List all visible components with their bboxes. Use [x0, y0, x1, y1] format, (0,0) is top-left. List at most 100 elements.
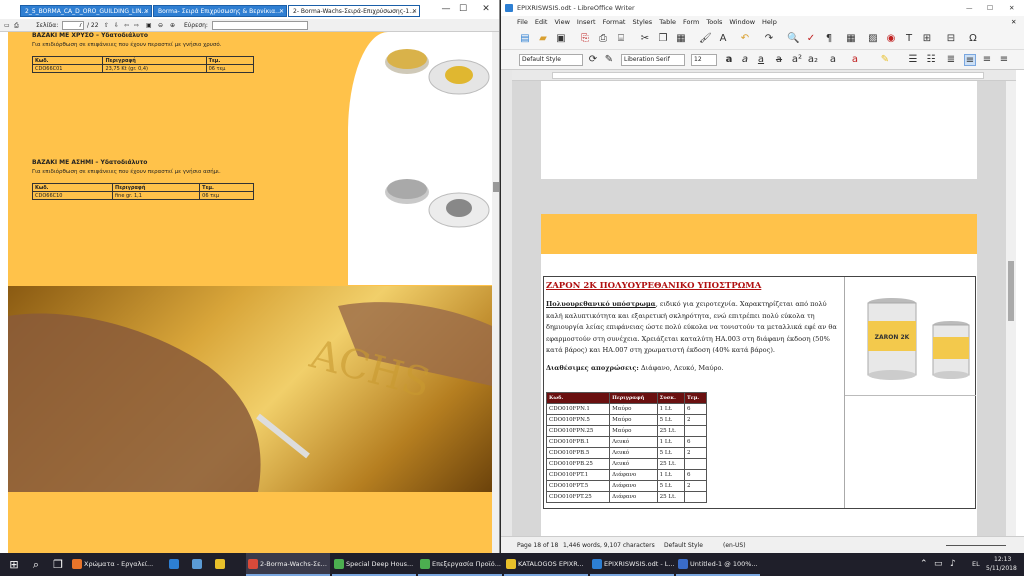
minimize-icon[interactable]: — [966, 0, 973, 16]
cut-icon[interactable]: ✂ [639, 33, 651, 45]
redo-icon[interactable]: ↷ [763, 33, 775, 45]
table-cell[interactable]: CDO010FPB.5 [545, 447, 611, 459]
pdf-scrollbar[interactable] [492, 32, 499, 553]
menu-insert[interactable]: Insert [577, 18, 596, 26]
taskbar-item-chrome-2[interactable]: Επεξεργασία Προϊό... [418, 553, 502, 576]
table-cell[interactable]: 2 [684, 447, 707, 459]
horizontal-ruler[interactable] [512, 70, 1016, 81]
taskbar-item-photoshop[interactable]: Untitled-1 @ 100%... [676, 553, 760, 576]
task-view-icon[interactable]: ❐ [48, 553, 68, 576]
fit-page-icon[interactable]: ▣ [146, 19, 152, 32]
subscript-icon[interactable]: a₂ [807, 54, 819, 66]
numbering-icon[interactable]: ☷ [925, 54, 937, 66]
table-cell[interactable]: 6 [684, 436, 707, 448]
highlight-icon[interactable]: ✎ [879, 54, 891, 66]
table-cell[interactable]: CDO010FPB.25 [545, 458, 611, 470]
table-cell[interactable]: CDO010FPT.25 [545, 491, 611, 503]
table-cell[interactable]: Διάφανο [609, 480, 658, 492]
table-row[interactable]: CDO010FPT.25 Διάφανο 25 Lt. [545, 491, 707, 503]
page-number-input[interactable] [62, 21, 84, 30]
table-cell[interactable]: Λευκό [609, 436, 658, 448]
new-style-icon[interactable]: ✎ [603, 54, 615, 66]
table-row[interactable]: CDO010FPN.5 Μαύρο 5 Lt. 2 [545, 414, 707, 426]
menu-help[interactable]: Help [762, 18, 777, 26]
close-icon[interactable]: ✕ [279, 6, 284, 16]
clock-time[interactable]: 12:13 [994, 556, 1011, 563]
export-pdf-icon[interactable]: ⎘ [579, 33, 591, 45]
table-cell[interactable]: 5 Lt. [656, 480, 686, 492]
tab-borma-wachs[interactable]: 2- Borma-Wachs-Σειρά-Επιχρύσωσης-1... ✕ [288, 5, 420, 17]
table-cell[interactable]: CDO010FPB.1 [545, 436, 611, 448]
bullets-icon[interactable]: ☰ [907, 54, 919, 66]
menu-window[interactable]: Window [729, 18, 755, 26]
table-row[interactable]: CDO010FPT.5 Διάφανο 5 Lt. 2 [545, 480, 707, 492]
insert-table-icon[interactable]: ▦ [845, 33, 857, 45]
search-input[interactable] [212, 21, 308, 30]
italic-icon[interactable]: a [739, 54, 751, 66]
copy-icon[interactable]: ❐ [657, 33, 669, 45]
table-cell[interactable]: CDO010FPT.5 [545, 480, 611, 492]
scrollbar-thumb[interactable] [493, 182, 499, 192]
shadow-icon[interactable]: a [827, 54, 839, 66]
volume-icon[interactable]: ♪ [950, 553, 956, 576]
zoom-slider[interactable] [946, 545, 1006, 546]
spellcheck-icon[interactable]: ✓ [805, 33, 817, 45]
find-replace-icon[interactable]: 🔍 [787, 33, 799, 45]
page-style[interactable]: Default Style [664, 537, 703, 554]
table-row[interactable]: CDO010FPB.1 Λευκό 1 Lt. 6 [545, 436, 707, 448]
table-cell[interactable]: CDO010FPN.25 [545, 425, 611, 437]
close-window-icon[interactable]: ✕ [1009, 0, 1014, 16]
table-row[interactable]: CDO010FPT.1 Διάφανο 1 Lt. 6 [545, 469, 707, 481]
close-window-icon[interactable]: ✕ [478, 2, 494, 16]
align-left-icon[interactable]: ≡ [964, 54, 976, 66]
table-cell[interactable]: 2 [684, 480, 707, 492]
table-cell[interactable] [684, 458, 707, 470]
strikethrough-icon[interactable]: a [773, 54, 785, 66]
page-count[interactable]: Page 18 of 18 [517, 537, 558, 554]
table-cell[interactable]: Διάφανο [609, 491, 658, 503]
menu-table[interactable]: Table [659, 18, 676, 26]
print-preview-icon[interactable]: ⌸ [615, 33, 627, 45]
align-right-icon[interactable]: ≡ [998, 54, 1010, 66]
language-indicator[interactable]: EL [972, 553, 980, 576]
table-cell[interactable]: 6 [684, 403, 707, 415]
special-character-icon[interactable]: Ω [967, 33, 979, 45]
clock-date[interactable]: 5/11/2018 [986, 565, 1017, 572]
taskbar-item-firefox[interactable]: Χρώματα - Εργαλεί... [70, 553, 166, 576]
tab-borma-seira[interactable]: Borma- Σειρά Επιχρύσωσης & Βερνίκια... ✕ [153, 5, 287, 17]
menu-edit[interactable]: Edit [535, 18, 548, 26]
taskbar-item-explorer[interactable] [213, 553, 243, 576]
windows-start-icon[interactable]: ⊞ [4, 553, 24, 576]
save-icon[interactable]: ▣ [555, 33, 567, 45]
language[interactable]: (en-US) [723, 537, 746, 554]
table-cell[interactable]: Μαύρο [609, 425, 658, 437]
close-icon[interactable]: ✕ [412, 6, 417, 16]
insert-page-break-icon[interactable]: ⊞ [921, 33, 933, 45]
font-color-icon[interactable]: a [849, 54, 861, 66]
taskbar-item-edge[interactable] [167, 553, 189, 576]
table-cell[interactable] [684, 491, 707, 503]
insert-textbox-icon[interactable]: T [903, 33, 915, 45]
table-row[interactable]: CDO010FPB.5 Λευκό 5 Lt. 2 [545, 447, 707, 459]
superscript-icon[interactable]: a² [791, 54, 803, 66]
new-icon[interactable]: ▤ [519, 33, 531, 45]
back-icon[interactable]: ⇦ [124, 19, 129, 32]
maximize-icon[interactable]: ☐ [987, 0, 993, 16]
layout-icon[interactable]: ▭ [4, 19, 10, 32]
table-cell[interactable]: 2 [684, 414, 707, 426]
table-cell[interactable]: 5 Lt. [656, 414, 686, 426]
table-cell[interactable]: 1 Lt. [656, 403, 686, 415]
print-icon[interactable]: ⎙ [14, 19, 19, 32]
table-cell[interactable]: Διάφανο [609, 469, 658, 481]
table-cell[interactable]: 1 Lt. [656, 469, 686, 481]
table-cell[interactable] [684, 425, 707, 437]
table-cell[interactable]: 25 Lt. [656, 458, 686, 470]
menu-view[interactable]: View [554, 18, 569, 26]
open-icon[interactable]: ▰ [537, 33, 549, 45]
table-cell[interactable]: 5 Lt. [656, 447, 686, 459]
menu-file[interactable]: File [517, 18, 528, 26]
paragraph-style-select[interactable]: Default Style [519, 54, 583, 66]
bold-icon[interactable]: a [723, 54, 735, 66]
menu-format[interactable]: Format [603, 18, 626, 26]
table-cell[interactable]: CDO010FPT.1 [545, 469, 611, 481]
